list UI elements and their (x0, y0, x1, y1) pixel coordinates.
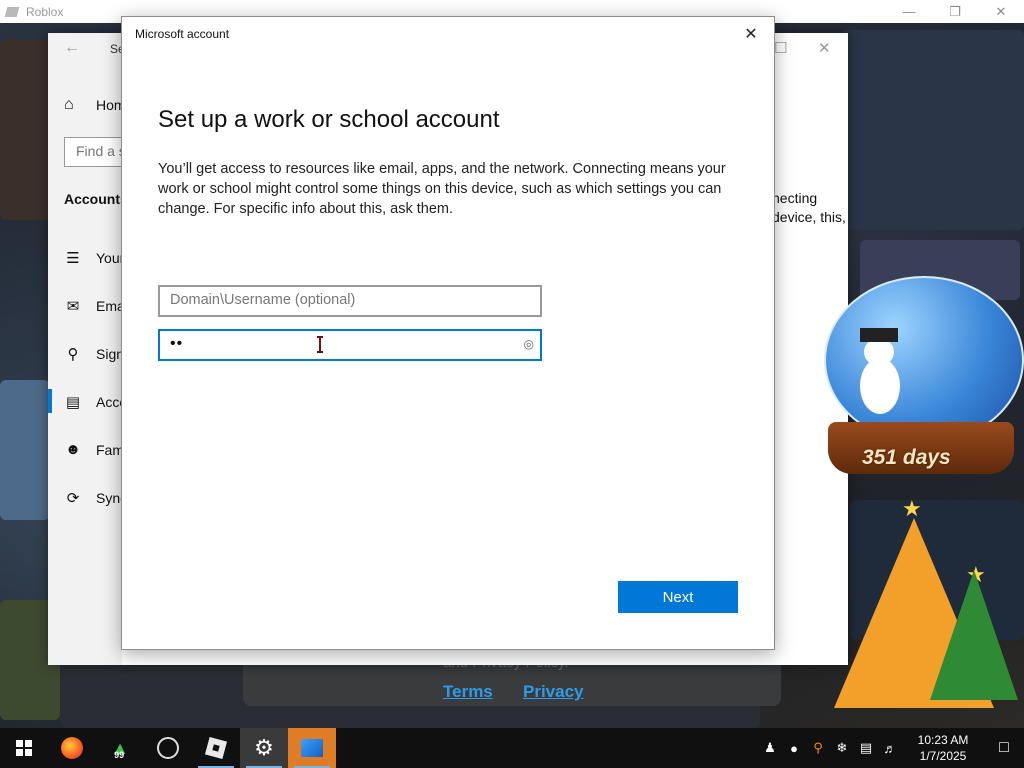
sidebar-item-sign-in[interactable]: ⚲ Sign (64, 345, 125, 363)
settings-maximize-button[interactable]: ☐ (774, 39, 787, 57)
christmas-tree-icon (930, 570, 1018, 700)
sidebar-item-family[interactable]: ☻ Fam (64, 441, 124, 458)
privacy-link[interactable]: Privacy (523, 682, 584, 702)
dialog-close-button[interactable]: ✕ (738, 23, 764, 45)
snow-globe-decoration: 351 days (818, 272, 1024, 490)
key-icon: ⚲ (67, 346, 79, 363)
obs-icon (157, 737, 179, 759)
briefcase-icon: ▤ (65, 394, 81, 411)
user-info-icon: ☰ (66, 250, 80, 267)
network-icon[interactable]: ▤ (854, 740, 878, 756)
clock-date: 1/7/2025 (919, 749, 967, 763)
tree-decoration: ★ ★ (828, 496, 1024, 728)
droplet-icon[interactable]: ● (782, 741, 806, 756)
settings-close-button[interactable]: ✕ (818, 39, 831, 57)
system-tray: ♟ ● ⚲ ❄ ▤ ♬ 10:23 AM 1/7/2025 □ (758, 728, 1024, 768)
globe-ball (824, 276, 1024, 444)
notification-icon[interactable]: □ (984, 728, 1024, 768)
dialog-description: You’ll get access to resources like emai… (158, 161, 726, 217)
sidebar-item-email[interactable]: ✉ Ema (64, 297, 125, 315)
settings-home[interactable]: ⌂ Hom (64, 96, 126, 114)
snowman-icon (860, 358, 900, 414)
snowman-head (864, 338, 894, 366)
back-arrow-icon[interactable]: ← (64, 39, 80, 57)
windows-icon (16, 740, 32, 756)
bg-tile (840, 30, 1024, 230)
search-tool-icon[interactable]: ⚲ (806, 740, 830, 756)
dialog-heading: Set up a work or school account (158, 106, 500, 133)
password-value: •• (170, 335, 184, 352)
username-input[interactable]: Domain\Username (optional) (158, 285, 542, 317)
tree-app-icon: ▲ 99 (111, 737, 129, 760)
sync-icon: ⟳ (66, 490, 80, 507)
taskbar-firefox[interactable] (48, 728, 96, 768)
bg-tile (0, 380, 50, 520)
days-counter: 351 days (862, 446, 951, 469)
minimize-button[interactable]: — (886, 0, 932, 23)
close-button[interactable]: ✕ (978, 0, 1024, 23)
sidebar-item-your-info[interactable]: ☰ Your (64, 249, 124, 267)
taskbar-clock[interactable]: 10:23 AM 1/7/2025 (910, 732, 976, 764)
next-button[interactable]: Next (618, 581, 738, 613)
accounts-section-title: Accounts (64, 191, 128, 207)
clock-time: 10:23 AM (917, 733, 969, 747)
roblox-icon (204, 736, 228, 760)
people-icon[interactable]: ♟ (758, 740, 782, 756)
sidebar-item-label: Fam (96, 441, 124, 458)
tree-badge: 99 (114, 749, 125, 760)
taskbar-microsoft-account[interactable] (288, 728, 336, 768)
sidebar-item-label: Sign (96, 346, 125, 362)
mail-icon: ✉ (66, 298, 80, 315)
sidebar-item-sync[interactable]: ⟳ Sync (64, 489, 127, 507)
roblox-window-title: Roblox (26, 4, 64, 19)
volume-icon[interactable]: ♬ (878, 741, 902, 756)
family-icon: ☻ (65, 441, 81, 458)
text-cursor-icon (317, 336, 323, 353)
taskbar: ▲ 99 ⚙ ♟ ● ⚲ ❄ ▤ ♬ 10:23 AM 1/7/2025 □ (0, 728, 1024, 768)
password-input[interactable]: •• ◎ (158, 329, 542, 361)
sidebar-item-access-work[interactable]: ▤ Acce (47, 389, 127, 413)
reveal-password-icon[interactable]: ◎ (524, 337, 534, 351)
gear-icon: ⚙ (254, 735, 274, 760)
firefox-icon (61, 737, 83, 759)
terms-link[interactable]: Terms (443, 682, 493, 702)
restore-button[interactable]: ❐ (932, 0, 978, 23)
taskbar-settings[interactable]: ⚙ (240, 728, 288, 768)
taskbar-obs[interactable] (144, 728, 192, 768)
roblox-logo-icon (4, 6, 20, 17)
microsoft-account-dialog: Microsoft account ✕ Set up a work or sch… (121, 16, 775, 650)
dialog-title: Microsoft account (135, 27, 230, 41)
home-icon: ⌂ (64, 96, 74, 113)
taskbar-roblox[interactable] (192, 728, 240, 768)
taskbar-tree-app[interactable]: ▲ 99 (96, 728, 144, 768)
start-button[interactable] (0, 728, 48, 768)
snowflake-icon[interactable]: ❄ (830, 740, 854, 756)
snowman-hat (860, 328, 898, 342)
account-app-icon (301, 739, 323, 757)
settings-body-text: necting device, this, (772, 190, 846, 225)
